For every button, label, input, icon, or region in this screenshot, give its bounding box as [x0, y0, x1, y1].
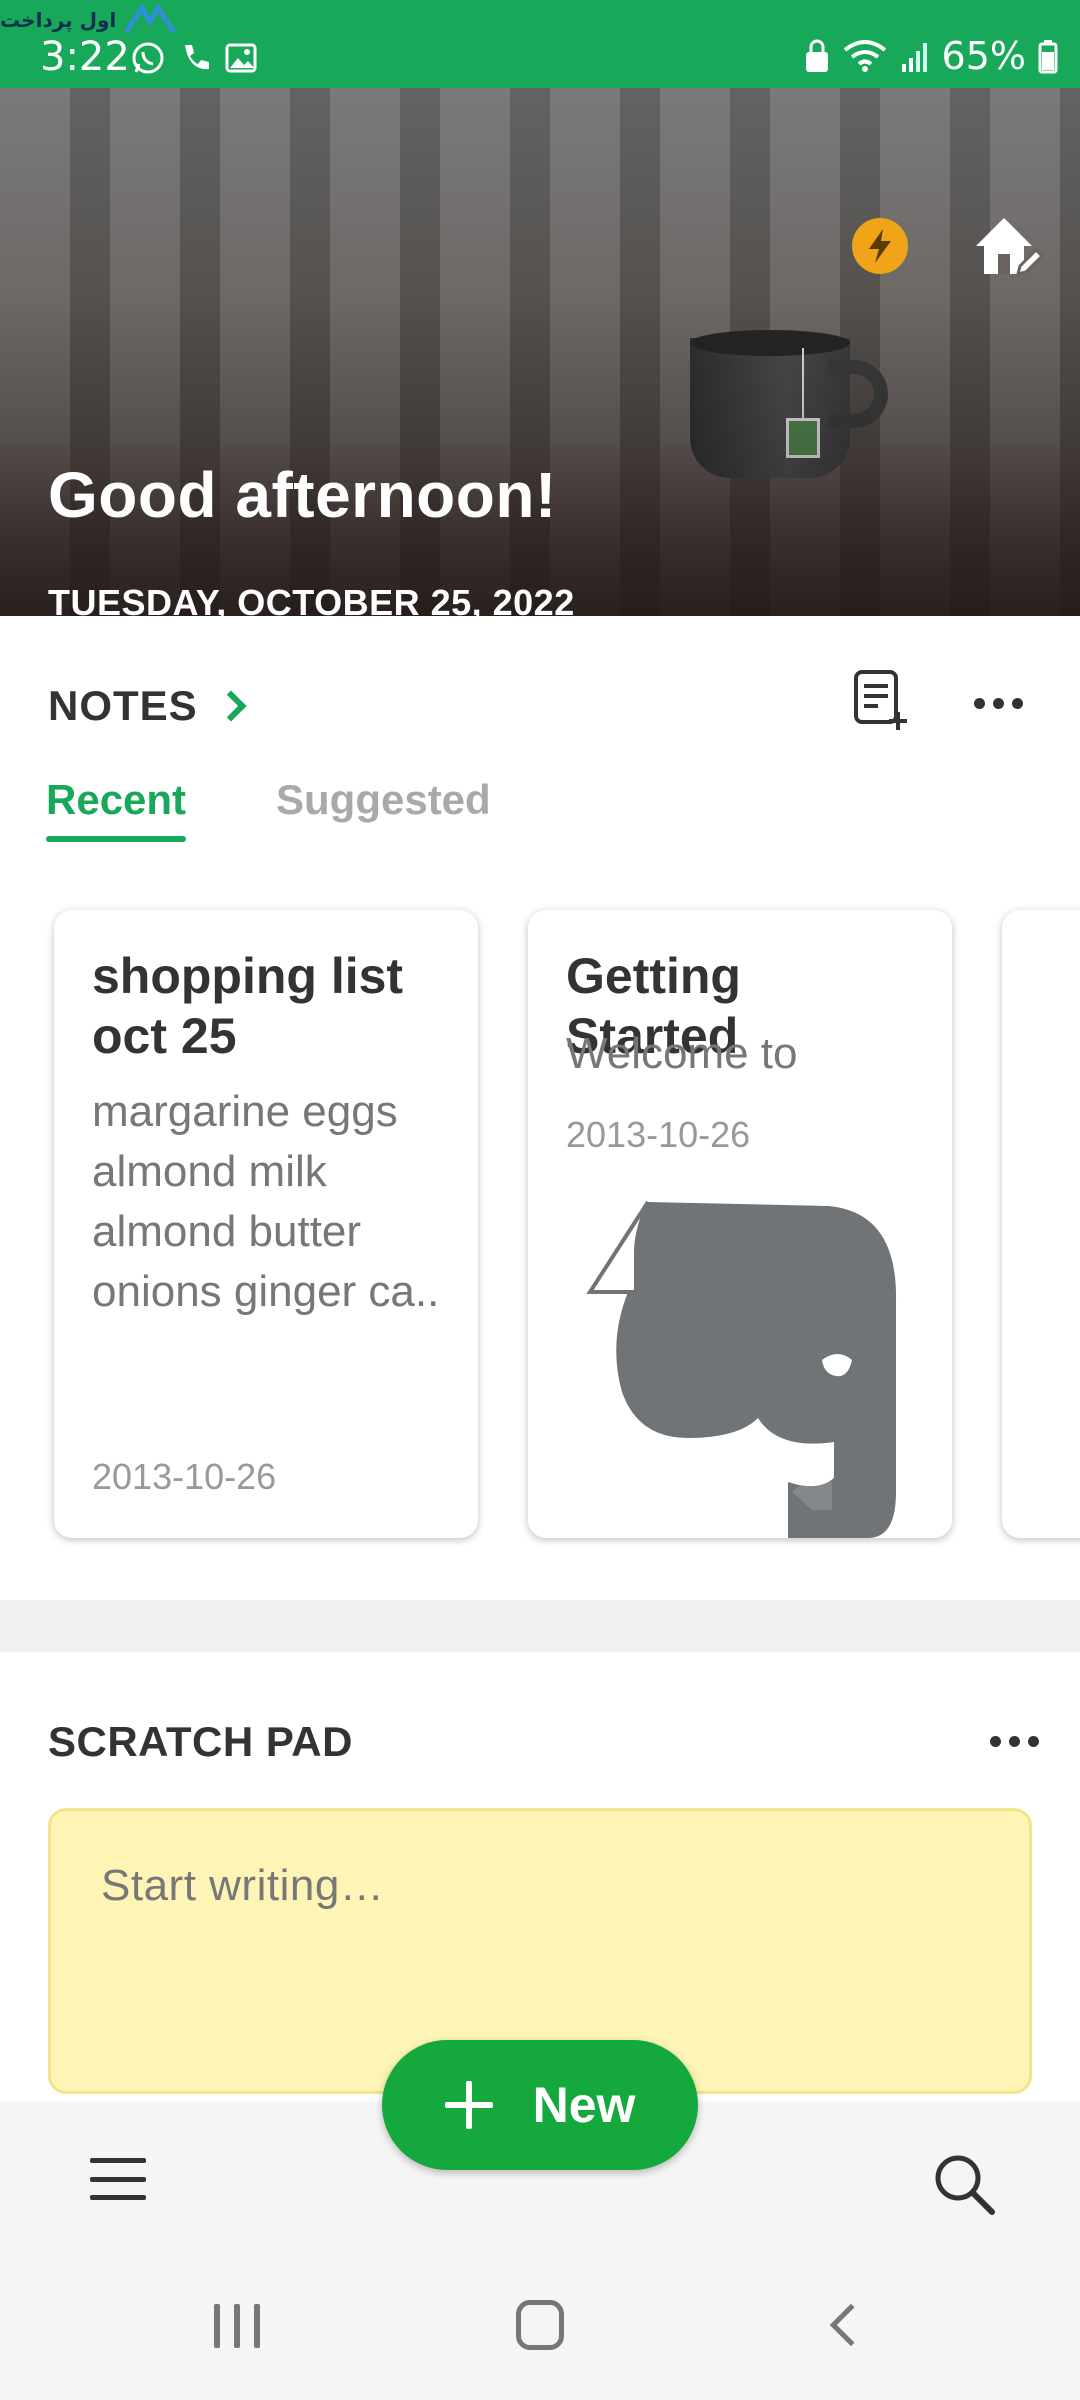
recents-icon: [234, 2304, 240, 2348]
note-card-partial[interactable]: [1002, 910, 1080, 1538]
recents-icon: [254, 2304, 260, 2348]
more-dot-icon: [1027, 1735, 1039, 1747]
notes-title: NOTES: [48, 682, 198, 729]
new-note-fab[interactable]: New: [382, 2040, 698, 2170]
notes-header[interactable]: NOTES: [48, 682, 247, 730]
home-nav-button[interactable]: [516, 2300, 564, 2350]
note-card-shopping-list[interactable]: shopping list oct 25 margarine eggs almo…: [54, 910, 478, 1538]
hero-banner: Good afternoon! TUESDAY, OCTOBER 25, 202…: [0, 88, 1080, 616]
note-card-date: 2013-10-26: [566, 1114, 751, 1155]
tab-recent[interactable]: Recent: [46, 776, 186, 824]
watermark-icon: [124, 3, 177, 34]
note-card-date: 2013-10-26: [92, 1456, 277, 1497]
greeting-title: Good afternoon!: [48, 459, 557, 531]
lightning-icon: [869, 229, 891, 263]
status-right-icons: 65%: [804, 34, 1058, 78]
lock-icon: [805, 39, 828, 72]
tab-active-indicator: [46, 836, 186, 842]
scratch-pad-placeholder: Start writing…: [101, 1861, 385, 1910]
battery-icon: [1038, 40, 1058, 74]
chevron-right-icon: [215, 690, 247, 722]
note-card-snippet: Welcome to: [566, 1029, 798, 1078]
notes-more-button[interactable]: [970, 688, 1026, 718]
section-divider: [0, 1600, 1080, 1652]
more-dot-icon: [1011, 697, 1023, 709]
watermark-text: اول پرداخت: [0, 8, 117, 32]
recents-button[interactable]: [214, 2304, 260, 2348]
scratch-pad-title: SCRATCH PAD: [48, 1718, 353, 1765]
upgrade-button[interactable]: [852, 218, 908, 274]
note-card-title: shopping list oct 25: [92, 948, 404, 1064]
signal-icon: [901, 43, 927, 72]
notification-icons: [130, 40, 258, 76]
wifi-icon: [843, 40, 886, 72]
fab-label: New: [532, 2077, 636, 2133]
home-edit-icon: [976, 218, 1045, 277]
hero-shade: [0, 88, 1080, 616]
hamburger-icon: [90, 2195, 146, 2200]
recents-icon: [214, 2304, 220, 2348]
status-time: 3:22: [40, 34, 130, 80]
tab-suggested[interactable]: Suggested: [276, 776, 491, 824]
hamburger-icon: [90, 2158, 146, 2163]
menu-button[interactable]: [90, 2158, 146, 2200]
plus-icon: [444, 2081, 493, 2129]
create-note-button[interactable]: [852, 668, 912, 732]
more-dot-icon: [989, 1735, 1001, 1747]
scratch-pad-more-button[interactable]: [986, 1726, 1042, 1756]
more-dot-icon: [973, 697, 985, 709]
phone-icon: [185, 45, 209, 70]
status-bar: اول پرداخت 3:22 65%: [0, 0, 1080, 88]
customize-home-button[interactable]: [970, 208, 1046, 284]
hamburger-icon: [90, 2176, 146, 2182]
greeting-date: TUESDAY, OCTOBER 25, 2022: [48, 582, 575, 616]
note-card-getting-started[interactable]: Getting Started Welcome to 2013-10-26: [528, 910, 952, 1538]
more-dot-icon: [1008, 1735, 1020, 1747]
note-card-snippet: margarine eggs almond milk almond butter…: [92, 1087, 440, 1316]
search-icon: [935, 2155, 995, 2215]
image-icon: [225, 43, 257, 73]
search-button[interactable]: [930, 2150, 998, 2218]
whatsapp-icon: [132, 42, 164, 74]
new-note-icon: [854, 670, 907, 730]
more-dot-icon: [992, 697, 1004, 709]
evernote-elephant-icon: [586, 1200, 897, 1538]
battery-percent: 65%: [941, 34, 1026, 78]
